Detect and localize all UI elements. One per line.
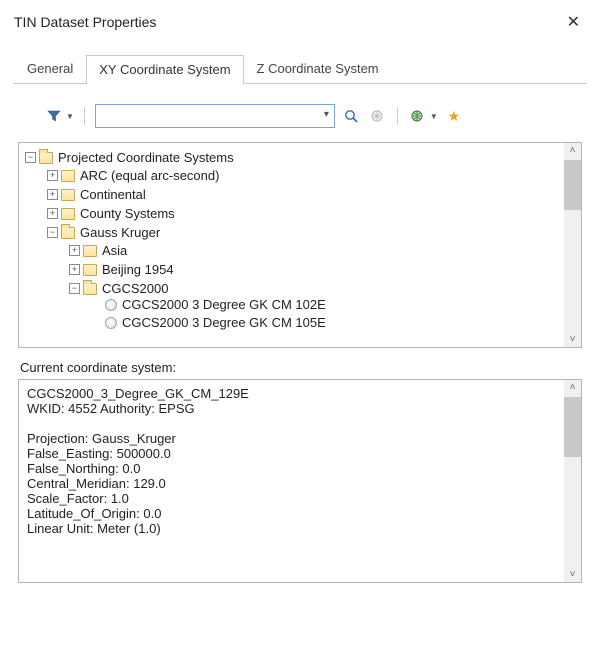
tree-node-arc[interactable]: + ARC (equal arc-second) [47, 168, 219, 183]
details-name: CGCS2000_3_Degree_GK_CM_129E [27, 386, 249, 401]
folder-open-icon [39, 152, 53, 164]
tree-leaf-102e[interactable]: CGCS2000 3 Degree GK CM 102E [91, 297, 326, 312]
tab-xy-coordinate-system[interactable]: XY Coordinate System [86, 55, 243, 84]
current-sys-heading: Current coordinate system: [20, 360, 582, 375]
xy-panel: ▼ ▾ ▼ ★ − Projected Coordinate Systems [0, 84, 600, 593]
favorite-star-icon[interactable]: ★ [444, 106, 464, 126]
scroll-thumb[interactable] [564, 160, 581, 210]
asterisk-icon[interactable] [367, 106, 387, 126]
tree-label: CGCS2000 [100, 281, 168, 296]
tree-node-asia[interactable]: + Asia [69, 243, 127, 258]
tree-scrollbar[interactable]: ˄ ˅ [564, 143, 581, 347]
details-false-easting: False_Easting: 500000.0 [27, 446, 171, 461]
tree-label: Continental [78, 187, 146, 202]
search-input-wrap: ▾ [95, 104, 335, 128]
folder-icon [61, 189, 75, 201]
collapse-icon[interactable]: − [25, 152, 36, 163]
expand-icon[interactable]: + [69, 245, 80, 256]
collapse-icon[interactable]: − [69, 283, 80, 294]
current-sys-details: CGCS2000_3_Degree_GK_CM_129E WKID: 4552 … [18, 379, 582, 583]
folder-icon [61, 170, 75, 182]
filter-icon[interactable] [44, 106, 64, 126]
scroll-up-icon[interactable]: ˄ [570, 143, 576, 158]
expand-icon[interactable]: + [69, 264, 80, 275]
search-input[interactable] [95, 104, 335, 128]
tree-leaf-105e[interactable]: CGCS2000 3 Degree GK CM 105E [91, 315, 326, 330]
folder-icon [61, 208, 75, 220]
tree-label: Asia [100, 243, 127, 258]
tree-node-beijing1954[interactable]: + Beijing 1954 [69, 262, 174, 277]
expand-icon[interactable]: + [47, 189, 58, 200]
tree-label: Projected Coordinate Systems [56, 150, 234, 165]
window-title: TIN Dataset Properties [14, 14, 156, 30]
scroll-up-icon[interactable]: ˄ [570, 380, 576, 395]
chevron-down-icon[interactable]: ▼ [66, 112, 74, 121]
spacer [91, 299, 102, 310]
close-icon[interactable]: ✕ [559, 8, 588, 36]
folder-icon [83, 264, 97, 276]
coordinate-tree: − Projected Coordinate Systems + ARC (eq… [18, 142, 582, 348]
title-bar: TIN Dataset Properties ✕ [0, 0, 600, 40]
collapse-icon[interactable]: − [47, 227, 58, 238]
scroll-down-icon[interactable]: ˅ [570, 567, 576, 582]
folder-icon [83, 245, 97, 257]
details-wkid: WKID: 4552 Authority: EPSG [27, 401, 195, 416]
details-false-northing: False_Northing: 0.0 [27, 461, 140, 476]
expand-icon[interactable]: + [47, 170, 58, 181]
tree-node-gauss-kruger[interactable]: − Gauss Kruger [47, 225, 160, 240]
tree-label: County Systems [78, 206, 175, 221]
folder-open-icon [61, 227, 75, 239]
tree-label: ARC (equal arc-second) [78, 168, 219, 183]
tab-strip: General XY Coordinate System Z Coordinat… [14, 54, 586, 84]
details-linear-unit: Linear Unit: Meter (1.0) [27, 521, 161, 536]
tab-z-coordinate-system[interactable]: Z Coordinate System [244, 54, 392, 83]
tree-node-projected[interactable]: − Projected Coordinate Systems [25, 150, 234, 165]
scroll-down-icon[interactable]: ˅ [570, 332, 576, 347]
globe-icon [105, 317, 117, 329]
folder-open-icon [83, 283, 97, 295]
tree-node-cgcs2000[interactable]: − CGCS2000 [69, 281, 168, 296]
spacer [91, 317, 102, 328]
expand-icon[interactable]: + [47, 208, 58, 219]
tree-label: CGCS2000 3 Degree GK CM 105E [120, 315, 326, 330]
chevron-down-icon[interactable]: ▼ [430, 112, 438, 121]
zoom-target-icon[interactable] [341, 106, 361, 126]
toolbar-divider-2 [397, 107, 398, 125]
globe-dropdown-icon[interactable] [408, 106, 428, 126]
tree-label: Gauss Kruger [78, 225, 160, 240]
details-scrollbar[interactable]: ˄ ˅ [564, 380, 581, 582]
tree-label: Beijing 1954 [100, 262, 174, 277]
scroll-thumb[interactable] [564, 397, 581, 457]
tree-node-county[interactable]: + County Systems [47, 206, 175, 221]
details-projection: Projection: Gauss_Kruger [27, 431, 176, 446]
tree-node-continental[interactable]: + Continental [47, 187, 146, 202]
tree-label: CGCS2000 3 Degree GK CM 102E [120, 297, 326, 312]
tab-general[interactable]: General [14, 54, 86, 83]
details-scale-factor: Scale_Factor: 1.0 [27, 491, 129, 506]
details-central-meridian: Central_Meridian: 129.0 [27, 476, 166, 491]
toolbar-divider [84, 107, 85, 125]
globe-icon [105, 299, 117, 311]
details-lat-origin: Latitude_Of_Origin: 0.0 [27, 506, 161, 521]
toolbar: ▼ ▾ ▼ ★ [44, 104, 582, 128]
